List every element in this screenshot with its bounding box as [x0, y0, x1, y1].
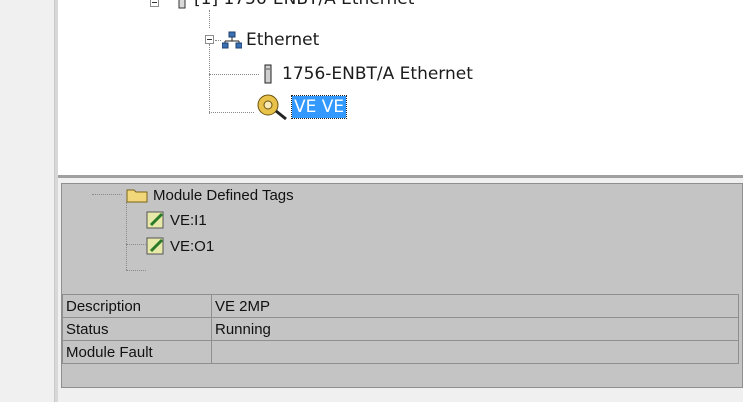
tag-item[interactable]: VE:I1	[146, 209, 207, 231]
tree-item-label: [1] 1756-ENBT/A Ethernet	[194, 0, 414, 9]
properties-table: Description VE 2MP Status Running Module…	[62, 294, 739, 364]
table-row: Status Running	[62, 317, 739, 341]
tag-edit-icon	[146, 211, 164, 229]
module-icon	[264, 64, 272, 84]
table-row: Module Fault	[62, 340, 739, 364]
property-value: VE 2MP	[211, 294, 739, 318]
module-properties-pane: Module Defined Tags VE:I1 VE:O1 Descript…	[58, 180, 743, 402]
tag-edit-icon	[146, 237, 164, 255]
tree-item-ethernet[interactable]: Ethernet	[222, 27, 319, 53]
properties-grid: Module Defined Tags VE:I1 VE:O1 Descript…	[61, 183, 743, 388]
tree-item-ve[interactable]: VE VE	[254, 94, 348, 121]
group-label: Module Defined Tags	[153, 186, 294, 204]
left-panel	[0, 0, 54, 402]
tag-label: VE:O1	[170, 237, 215, 255]
tree-item-label: 1756-ENBT/A Ethernet	[282, 64, 473, 84]
property-key: Description	[62, 294, 212, 318]
module-icon	[178, 0, 186, 9]
tag-label: VE:I1	[170, 211, 207, 229]
generic-device-icon	[257, 94, 287, 121]
property-key: Status	[62, 317, 212, 341]
tree-item-label-selected[interactable]: VE VE	[290, 95, 348, 119]
tree-item-label: Ethernet	[246, 30, 320, 50]
collapse-box[interactable]	[205, 35, 214, 44]
tag-item[interactable]: VE:O1	[146, 235, 214, 257]
table-row: Description VE 2MP	[62, 294, 739, 318]
module-defined-tags-item[interactable]: Module Defined Tags	[126, 184, 294, 206]
property-value: Running	[211, 317, 739, 341]
io-configuration-tree[interactable]: [1] 1756-ENBT/A Ethernet Ethernet 1756-E…	[58, 0, 743, 178]
tree-item-controller-slot[interactable]: [1] 1756-ENBT/A Ethernet	[176, 0, 414, 12]
network-icon	[222, 31, 242, 49]
property-key: Module Fault	[62, 340, 212, 364]
property-value	[211, 340, 739, 364]
tree-item-enbt-module[interactable]: 1756-ENBT/A Ethernet	[262, 61, 473, 87]
collapse-box[interactable]	[150, 0, 159, 7]
folder-icon	[126, 189, 148, 203]
